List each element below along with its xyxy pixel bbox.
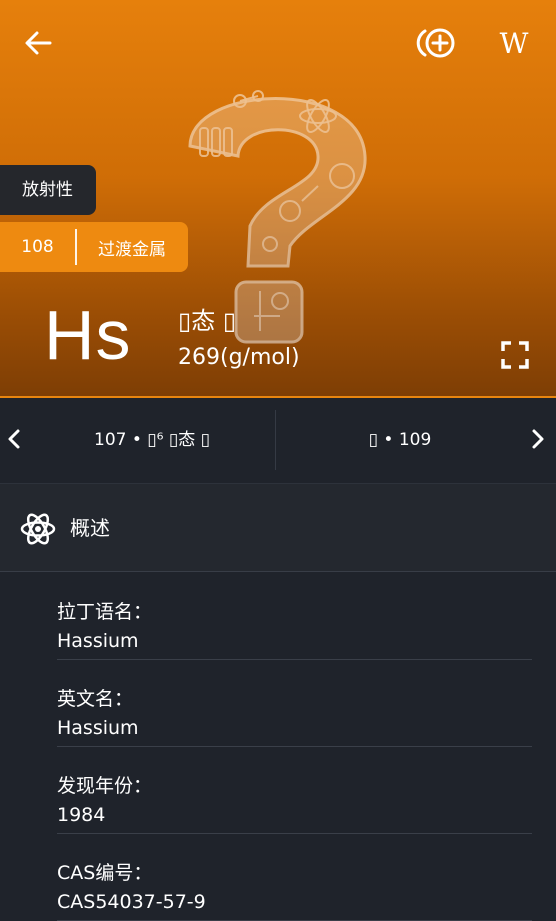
info-label: CAS编号： [57,862,153,884]
info-label: 发现年份： [57,775,153,797]
info-value: Hassium [57,630,139,652]
nav-divider [275,410,276,470]
previous-element-button[interactable] [4,425,24,453]
fullscreen-icon [501,341,529,369]
info-value: 1984 [57,804,106,826]
back-button[interactable] [22,27,54,59]
element-category: 过渡金属 [98,239,166,260]
info-label: 拉丁语名： [57,601,153,623]
element-hero: W 放射性 108 过渡金属 Hs ▯态 ▯ 269(g/mol) [0,0,556,396]
atom-icon [20,513,56,545]
chevron-right-icon [532,429,544,449]
wikipedia-button[interactable]: W [496,26,532,62]
arrow-left-icon [25,31,52,55]
previous-element-label[interactable]: 107 • ▯⁶ ▯态 ▯ [34,426,270,454]
atomic-mass: 269(g/mol) [178,345,300,370]
overview-section-header[interactable]: 概述 [0,483,556,572]
atomic-number: 108 [21,237,54,257]
chevron-left-icon [8,429,20,449]
info-item-discovery-year: 发现年份： 1984 [57,747,532,834]
element-symbol: Hs [44,296,132,374]
info-value: Hassium [57,717,139,739]
category-tag: 108 过渡金属 [0,222,188,272]
info-item-english-name: 英文名： Hassium [57,660,532,747]
section-title: 概述 [70,516,110,540]
info-list: 拉丁语名： Hassium 英文名： Hassium 发现年份： 1984 CA… [0,573,556,921]
info-value: CAS54037-57-9 [57,891,206,913]
element-state: ▯态 ▯ [178,307,237,335]
next-element-label[interactable]: ▯ • 109 [282,426,518,454]
next-element-button[interactable] [528,425,548,453]
wikipedia-icon: W [499,27,529,60]
info-item-latin-name: 拉丁语名： Hassium [57,573,532,660]
add-circle-icon [416,28,455,58]
info-label: 英文名： [57,688,134,710]
fullscreen-button[interactable] [500,340,530,370]
tag-divider [75,229,77,265]
radioactive-tag: 放射性 [0,165,96,215]
add-to-compare-button[interactable] [416,25,460,61]
